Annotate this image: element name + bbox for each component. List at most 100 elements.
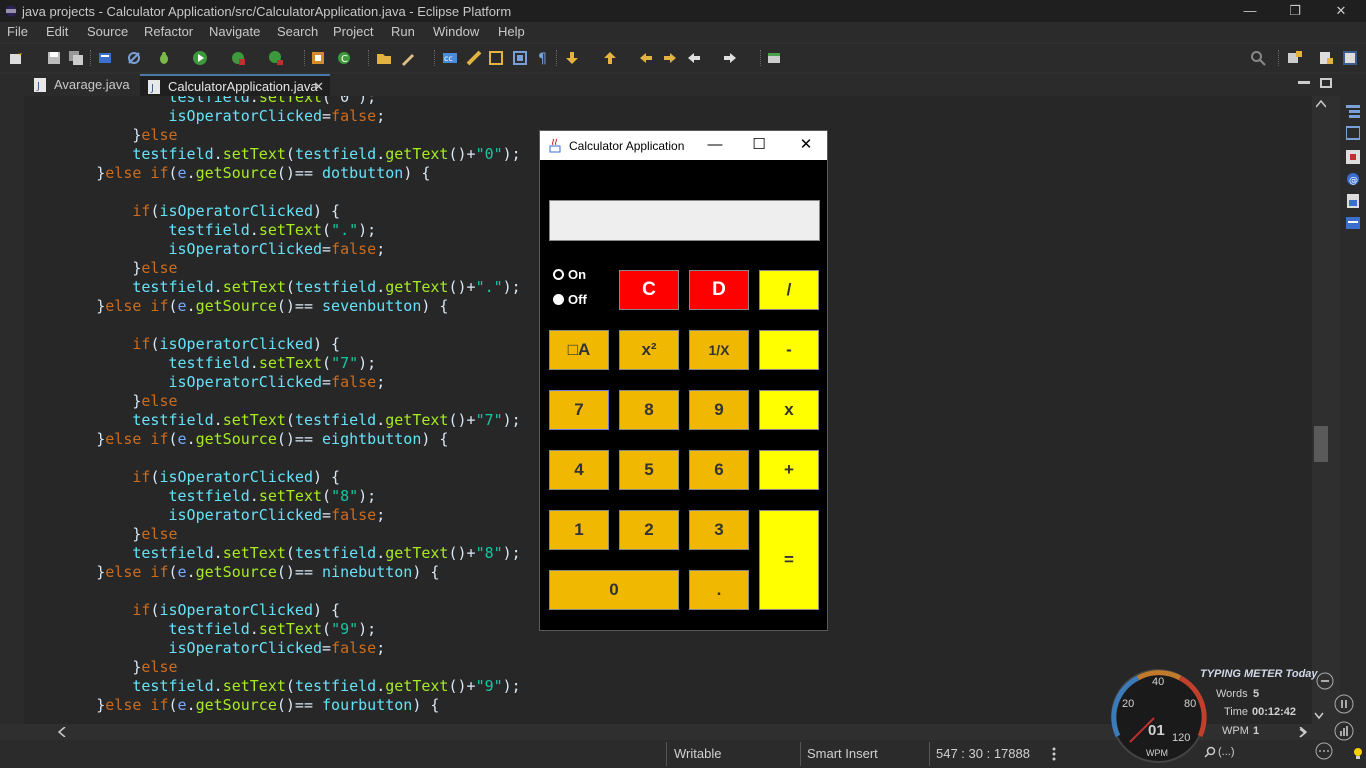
status-separator (929, 742, 930, 766)
code-token: sevenbutton (322, 297, 422, 315)
prev-annotation-icon[interactable] (602, 50, 618, 66)
menu-navigate[interactable]: Navigate (209, 24, 260, 39)
scroll-up-icon[interactable] (1316, 100, 1326, 108)
restore-button[interactable]: ❐ (1285, 2, 1305, 20)
new-icon[interactable] (8, 50, 24, 66)
chevron-down-icon[interactable] (1314, 712, 1324, 720)
search-icon[interactable] (1250, 50, 1266, 66)
seven-button[interactable]: 7 (549, 390, 609, 430)
outline-icon[interactable] (1346, 104, 1360, 118)
code-line: }else (24, 658, 521, 677)
calculator-display[interactable] (549, 200, 820, 241)
word-wrap-icon[interactable] (512, 50, 528, 66)
two-button[interactable]: 2 (619, 510, 679, 550)
chevron-right-icon[interactable] (1299, 728, 1307, 738)
scrollbar-thumb[interactable] (1314, 426, 1328, 462)
declaration-icon[interactable] (1346, 194, 1360, 208)
pause-icon[interactable] (1334, 694, 1354, 714)
back-icon[interactable] (686, 50, 702, 66)
task-icon[interactable]: cc (442, 50, 458, 66)
close-button[interactable]: ✕ (1331, 2, 1351, 20)
six-button[interactable]: 6 (689, 450, 749, 490)
tab-avarage-java[interactable]: J Avarage.java (26, 74, 140, 96)
menu-window[interactable]: Window (433, 24, 479, 39)
new-class-icon[interactable]: C (336, 50, 352, 66)
menu-source[interactable]: Source (87, 24, 128, 39)
divide-button[interactable]: / (759, 270, 819, 310)
minimize-editor-icon[interactable] (1298, 78, 1310, 88)
debug-icon[interactable] (156, 50, 172, 66)
radio-off[interactable]: Off (553, 292, 587, 307)
settings-icon[interactable] (1315, 742, 1333, 760)
run-icon[interactable] (192, 50, 208, 66)
one-button[interactable]: 1 (549, 510, 609, 550)
delete-button[interactable]: D (689, 270, 749, 310)
forward-icon[interactable] (722, 50, 738, 66)
plus-button[interactable]: + (759, 450, 819, 490)
nine-button[interactable]: 9 (689, 390, 749, 430)
square-button[interactable]: x² (619, 330, 679, 370)
open-type-icon[interactable] (376, 50, 392, 66)
calc-maximize-button[interactable]: ☐ (745, 136, 773, 154)
tab-calculatorapplication-java[interactable]: J CalculatorApplication.java ✕ (140, 74, 330, 96)
calc-close-button[interactable]: ✕ (792, 136, 820, 154)
save-icon[interactable] (46, 50, 62, 66)
five-button[interactable]: 5 (619, 450, 679, 490)
last-edit-icon[interactable] (638, 50, 654, 66)
java-ee-perspective-icon[interactable] (1318, 50, 1334, 66)
close-tab-icon[interactable]: ✕ (313, 79, 324, 95)
task-list-icon[interactable] (1346, 126, 1360, 140)
external-tools-icon[interactable] (268, 50, 284, 66)
scroll-left-icon[interactable] (58, 727, 66, 737)
menu-edit[interactable]: Edit (46, 24, 68, 39)
new-java-project-icon[interactable] (310, 50, 326, 66)
pin-editor-icon[interactable] (766, 50, 782, 66)
save-all-icon[interactable] (68, 50, 84, 66)
dot-button[interactable]: . (689, 570, 749, 610)
terminal-icon[interactable] (97, 50, 113, 66)
minimize-button[interactable]: — (1240, 2, 1260, 20)
java-perspective-icon[interactable] (1342, 50, 1358, 66)
minus-button[interactable]: - (759, 330, 819, 370)
four-button[interactable]: 4 (549, 450, 609, 490)
radio-on[interactable]: On (553, 267, 586, 282)
lightbulb-icon[interactable] (1353, 748, 1363, 760)
zero-button[interactable]: 0 (549, 570, 679, 610)
calc-minimize-button[interactable]: — (701, 136, 729, 154)
menu-refactor[interactable]: Refactor (144, 24, 193, 39)
clear-button[interactable]: C (619, 270, 679, 310)
menu-file[interactable]: File (7, 24, 28, 39)
reciprocal-button[interactable]: 1/X (689, 330, 749, 370)
multiply-button[interactable]: x (759, 390, 819, 430)
menu-search[interactable]: Search (277, 24, 318, 39)
javadoc-icon[interactable]: @ (1346, 172, 1360, 186)
three-button[interactable]: 3 (689, 510, 749, 550)
forward-edit-icon[interactable] (662, 50, 678, 66)
code-token: ); (502, 145, 521, 163)
search-tool-icon[interactable] (400, 50, 416, 66)
stats-icon[interactable] (1334, 721, 1354, 741)
square-root-button[interactable]: □A (549, 330, 609, 370)
minimize-icon[interactable] (1316, 672, 1334, 690)
problems-icon[interactable] (1346, 150, 1360, 164)
block-selection-icon[interactable] (488, 50, 504, 66)
menu-help[interactable]: Help (498, 24, 525, 39)
menu-project[interactable]: Project (333, 24, 373, 39)
maximize-editor-icon[interactable] (1320, 78, 1332, 88)
search-icon[interactable] (1204, 746, 1216, 758)
vertical-scrollbar[interactable] (1312, 96, 1330, 724)
more-options-icon[interactable] (1052, 747, 1056, 761)
skip-breakpoints-icon[interactable] (126, 50, 142, 66)
annotation-icon[interactable] (466, 50, 482, 66)
show-whitespace-icon[interactable]: ¶ (535, 50, 551, 66)
next-annotation-icon[interactable] (564, 50, 580, 66)
eight-button[interactable]: 8 (619, 390, 679, 430)
coverage-icon[interactable] (230, 50, 246, 66)
console-icon[interactable] (1346, 216, 1360, 230)
menu-run[interactable]: Run (391, 24, 415, 39)
equals-button[interactable]: = (759, 510, 819, 610)
code-token: false (331, 240, 377, 258)
open-perspective-icon[interactable] (1287, 50, 1303, 66)
